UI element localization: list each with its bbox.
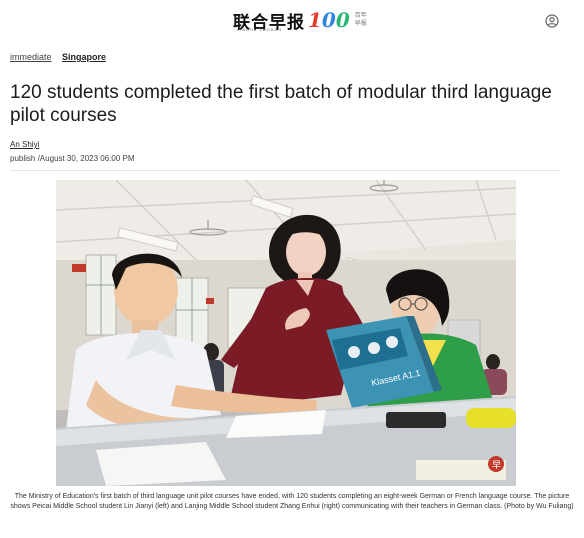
article-title: 120 students completed the first batch o… xyxy=(10,82,552,126)
logo-years-top: 百年 xyxy=(354,13,367,19)
zaobao-logo[interactable]: 联合早报 LIANHE ZAOBAO 100 百年 早报 xyxy=(233,8,367,33)
breadcrumb: immediate Singapore xyxy=(10,52,114,62)
photo-caption: The Ministry of Education's first batch … xyxy=(10,493,574,510)
logo-english-text: LIANHE ZAOBAO xyxy=(237,27,283,32)
classroom-scene: Klasset A1.1 早 xyxy=(56,180,516,486)
breadcrumb-singapore[interactable]: Singapore xyxy=(62,52,106,62)
breadcrumb-immediate[interactable]: immediate xyxy=(10,52,52,62)
publish-time: publish /August 30, 2023 06:00 PM xyxy=(10,154,135,163)
top-bar: 联合早报 LIANHE ZAOBAO 100 百年 早报 xyxy=(0,0,584,40)
logo-100-mark: 100 xyxy=(308,8,350,32)
user-circle-icon xyxy=(545,14,559,28)
svg-text:早: 早 xyxy=(492,460,501,471)
zaobao-watermark-icon: 早 xyxy=(488,456,504,472)
divider xyxy=(10,170,560,171)
article-photo[interactable]: Klasset A1.1 早 xyxy=(56,180,516,486)
user-account-button[interactable] xyxy=(545,14,559,28)
author-link[interactable]: An Shiyi xyxy=(10,140,39,149)
logo-years-bottom: 早报 xyxy=(354,21,367,27)
logo-years-label: 百年 早报 xyxy=(355,12,367,28)
